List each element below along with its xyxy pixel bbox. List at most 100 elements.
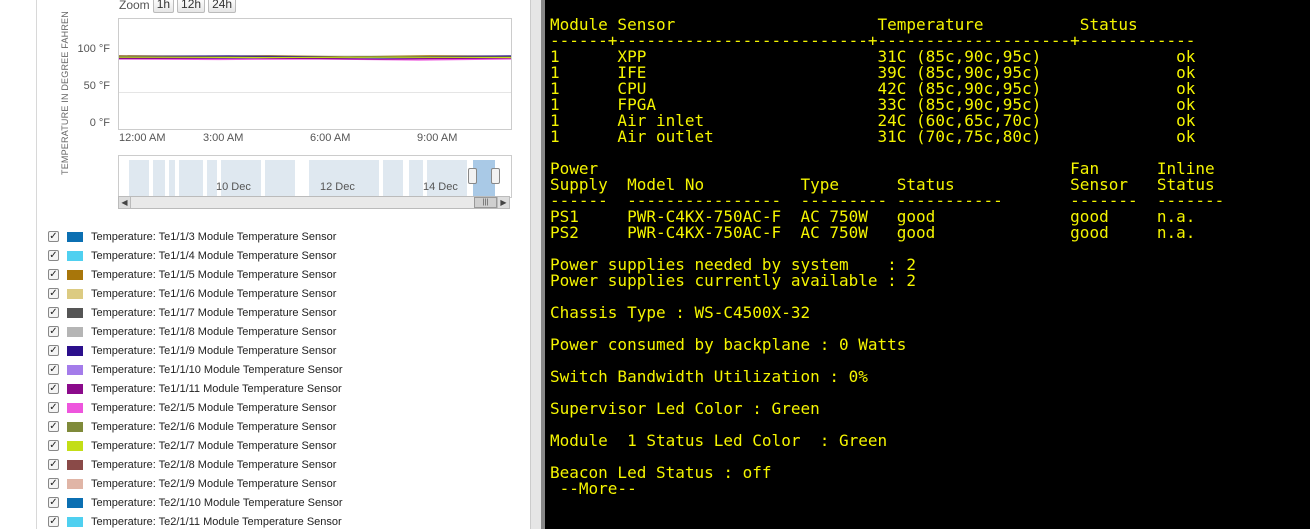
series-line [119, 58, 511, 61]
legend-item[interactable]: ✓ Temperature: Te2/1/6 Module Temperature… [48, 417, 343, 436]
legend-label: Temperature: Te2/1/5 Module Temperature … [91, 401, 337, 414]
legend-color-swatch [67, 288, 83, 299]
temperature-chart[interactable] [118, 18, 512, 130]
legend-item[interactable]: ✓ Temperature: Te1/1/3 Module Temperature… [48, 227, 343, 246]
legend-item[interactable]: ✓ Temperature: Te2/1/8 Module Temperature… [48, 455, 343, 474]
x-tick: 9:00 AM [417, 132, 458, 144]
legend-item[interactable]: ✓ Temperature: Te1/1/6 Module Temperature… [48, 284, 343, 303]
terminal-line: Power consumed by backplane : 0 Watts [550, 335, 907, 354]
panel-border [36, 0, 37, 529]
legend-label: Temperature: Te1/1/5 Module Temperature … [91, 268, 337, 281]
legend-item[interactable]: ✓ Temperature: Te2/1/5 Module Temperature… [48, 398, 343, 417]
legend-color-swatch [67, 364, 83, 375]
terminal-line: --More-- [550, 479, 637, 498]
y-tick-0: 0 °F [89, 117, 110, 129]
legend-checkbox[interactable]: ✓ [48, 383, 59, 394]
legend-checkbox[interactable]: ✓ [48, 478, 59, 489]
scroll-right-icon[interactable]: ▶ [497, 197, 509, 208]
legend-color-swatch [67, 231, 83, 242]
legend-color-swatch [67, 269, 83, 280]
legend-checkbox[interactable]: ✓ [48, 364, 59, 375]
legend-item[interactable]: ✓ Temperature: Te2/1/9 Module Temperature… [48, 474, 343, 493]
legend-checkbox[interactable]: ✓ [48, 440, 59, 451]
legend-item[interactable]: ✓ Temperature: Te1/1/5 Module Temperature… [48, 265, 343, 284]
legend-item[interactable]: ✓ Temperature: Te2/1/11 Module Temperatur… [48, 512, 343, 529]
legend-item[interactable]: ✓ Temperature: Te1/1/11 Module Temperatur… [48, 379, 343, 398]
legend-label: Temperature: Te2/1/10 Module Temperature… [91, 496, 343, 509]
x-tick: 3:00 AM [203, 132, 244, 144]
legend-checkbox[interactable]: ✓ [48, 307, 59, 318]
series-line [119, 57, 511, 60]
legend-color-swatch [67, 326, 83, 337]
legend-label: Temperature: Te2/1/9 Module Temperature … [91, 477, 337, 490]
scroll-left-icon[interactable]: ◀ [119, 197, 131, 208]
y-axis-label: TEMPERATURE IN DEGREE FAHREN [60, 11, 70, 175]
legend-item[interactable]: ✓ Temperature: Te1/1/4 Module Temperature… [48, 246, 343, 265]
navigator-left-handle[interactable] [468, 168, 477, 184]
legend-checkbox[interactable]: ✓ [48, 250, 59, 261]
terminal-line: 1 Air outlet 31C (70c,75c,80c) ok [550, 127, 1196, 146]
chart-lines [119, 55, 511, 61]
legend-checkbox[interactable]: ✓ [48, 459, 59, 470]
legend-checkbox[interactable]: ✓ [48, 516, 59, 527]
zoom-controls: Zoom 1h 12h 24h [119, 0, 237, 13]
legend-checkbox[interactable]: ✓ [48, 402, 59, 413]
series-line [119, 56, 511, 59]
legend-color-swatch [67, 478, 83, 489]
navigator-scrollbar[interactable]: ◀ ||| ▶ [118, 196, 510, 209]
legend-item[interactable]: ✓ Temperature: Te2/1/10 Module Temperatur… [48, 493, 343, 512]
zoom-1h-button[interactable]: 1h [152, 0, 175, 13]
legend-label: Temperature: Te2/1/8 Module Temperature … [91, 458, 337, 471]
x-tick: 12:00 AM [119, 132, 166, 144]
terminal-line: Switch Bandwidth Utilization : 0% [550, 367, 868, 386]
legend-checkbox[interactable]: ✓ [48, 345, 59, 356]
terminal-line: PS2 PWR-C4KX-750AC-F AC 750W good good n… [550, 223, 1196, 242]
terminal-line: Beacon Led Status : off [550, 463, 772, 482]
scroll-thumb[interactable]: ||| [474, 197, 497, 208]
y-tick-100: 100 °F [77, 43, 110, 55]
legend-label: Temperature: Te1/1/3 Module Temperature … [91, 230, 337, 243]
legend-color-swatch [67, 497, 83, 508]
legend-label: Temperature: Te1/1/10 Module Temperature… [91, 363, 343, 376]
legend-color-swatch [67, 516, 83, 527]
zoom-label: Zoom [119, 0, 150, 12]
legend-checkbox[interactable]: ✓ [48, 497, 59, 508]
legend-checkbox[interactable]: ✓ [48, 269, 59, 280]
x-tick: 6:00 AM [310, 132, 351, 144]
y-tick-50: 50 °F [83, 80, 110, 92]
legend-label: Temperature: Te1/1/9 Module Temperature … [91, 344, 337, 357]
legend-list: ✓ Temperature: Te1/1/3 Module Temperature… [48, 227, 343, 529]
legend-checkbox[interactable]: ✓ [48, 326, 59, 337]
legend-label: Temperature: Te1/1/8 Module Temperature … [91, 325, 337, 338]
terminal-window[interactable]: ...Module Sensor Temperature Status-----… [545, 0, 1310, 529]
terminal-output: ...Module Sensor Temperature Status-----… [550, 0, 1224, 497]
legend-color-swatch [67, 402, 83, 413]
legend-checkbox[interactable]: ✓ [48, 288, 59, 299]
legend-item[interactable]: ✓ Temperature: Te1/1/10 Module Temperatur… [48, 360, 343, 379]
zoom-12h-button[interactable]: 12h [177, 0, 206, 13]
legend-color-swatch [67, 421, 83, 432]
monitoring-panel: Zoom 1h 12h 24h TEMPERATURE IN DEGREE FA… [0, 0, 530, 529]
legend-item[interactable]: ✓ Temperature: Te1/1/7 Module Temperature… [48, 303, 343, 322]
legend-label: Temperature: Te1/1/6 Module Temperature … [91, 287, 337, 300]
legend-item[interactable]: ✓ Temperature: Te2/1/7 Module Temperature… [48, 436, 343, 455]
legend-color-swatch [67, 440, 83, 451]
legend-color-swatch [67, 250, 83, 261]
legend-label: Temperature: Te1/1/11 Module Temperature… [91, 382, 342, 395]
legend-checkbox[interactable]: ✓ [48, 421, 59, 432]
legend-item[interactable]: ✓ Temperature: Te1/1/9 Module Temperature… [48, 341, 343, 360]
legend-label: Temperature: Te1/1/4 Module Temperature … [91, 249, 337, 262]
legend-label: Temperature: Te2/1/11 Module Temperature… [91, 515, 342, 528]
legend-label: Temperature: Te2/1/6 Module Temperature … [91, 420, 337, 433]
legend-checkbox[interactable]: ✓ [48, 231, 59, 242]
terminal-line: Supervisor Led Color : Green [550, 399, 820, 418]
panel-vertical-scrollbar[interactable] [530, 0, 541, 529]
legend-color-swatch [67, 345, 83, 356]
legend-item[interactable]: ✓ Temperature: Te1/1/8 Module Temperature… [48, 322, 343, 341]
zoom-24h-button[interactable]: 24h [208, 0, 237, 13]
terminal-line: Module 1 Status Led Color : Green [550, 431, 888, 450]
legend-color-swatch [67, 307, 83, 318]
navigator-right-handle[interactable] [491, 168, 500, 184]
legend-label: Temperature: Te1/1/7 Module Temperature … [91, 306, 337, 319]
legend-color-swatch [67, 383, 83, 394]
